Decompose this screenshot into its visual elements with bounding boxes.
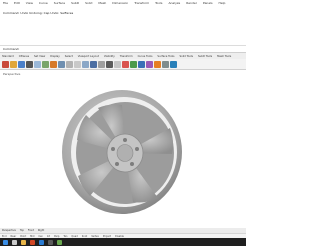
- tab-viewport-layout[interactable]: Viewport Layout: [78, 55, 99, 58]
- tab-display[interactable]: Display: [50, 55, 60, 58]
- menu-solid[interactable]: Solid: [85, 1, 92, 5]
- tab-cplanes[interactable]: CPlanes: [19, 55, 29, 58]
- light-icon[interactable]: [154, 61, 161, 68]
- undo-icon[interactable]: [58, 61, 65, 68]
- lug-hole-3: [130, 162, 134, 166]
- tab-solid-tools[interactable]: Solid Tools: [180, 55, 194, 58]
- new-file-icon[interactable]: [2, 61, 9, 68]
- menu-dimension[interactable]: Dimension: [112, 1, 128, 5]
- command-line[interactable]: Command:: [0, 45, 246, 52]
- tab-surface-tools[interactable]: Surface Tools: [157, 55, 174, 58]
- app-icon[interactable]: [57, 239, 62, 245]
- rhino-icon[interactable]: [48, 239, 53, 245]
- menu-help[interactable]: Help: [219, 1, 226, 5]
- paste-icon[interactable]: [50, 61, 57, 68]
- menu-surface[interactable]: Surface: [54, 1, 65, 5]
- tab-select[interactable]: Select: [65, 55, 73, 58]
- zoom-extents-icon[interactable]: [106, 61, 113, 68]
- wheel-model: [62, 90, 182, 214]
- cut-icon[interactable]: [34, 61, 41, 68]
- options-icon[interactable]: [170, 61, 177, 68]
- menu-transform[interactable]: Transform: [134, 1, 149, 5]
- menu-tools[interactable]: Tools: [155, 1, 162, 5]
- tab-front[interactable]: Front: [28, 229, 34, 232]
- tab-right[interactable]: Right: [38, 229, 44, 232]
- render-sphere-icon[interactable]: [138, 61, 145, 68]
- command-prompt: Command:: [3, 47, 20, 51]
- lug-hole-5: [111, 147, 115, 151]
- select-icon[interactable]: [122, 61, 129, 68]
- tab-mesh-tools[interactable]: Mesh Tools: [217, 55, 231, 58]
- tab-transform[interactable]: Transform: [120, 55, 133, 58]
- menu-file[interactable]: File: [3, 1, 8, 5]
- menu-subd[interactable]: SubD: [71, 1, 79, 5]
- file-explorer-icon[interactable]: [21, 239, 26, 245]
- command-history-text: Command: Undo Undoing: Cap Undo: SelFace…: [3, 11, 74, 15]
- material-icon[interactable]: [146, 61, 153, 68]
- tab-perspective[interactable]: Perspective: [2, 229, 16, 232]
- menu-view[interactable]: View: [26, 1, 33, 5]
- toolbar-tabs: Standard CPlanes Set View Display Select…: [0, 52, 246, 62]
- edge-icon[interactable]: [39, 239, 44, 245]
- windows-taskbar: [0, 238, 246, 246]
- menu-render[interactable]: Render: [186, 1, 197, 5]
- copy-icon[interactable]: [42, 61, 49, 68]
- tab-visibility[interactable]: Visibility: [104, 55, 115, 58]
- lug-hole-2: [135, 147, 139, 151]
- center-bore: [116, 144, 134, 162]
- save-icon[interactable]: [18, 61, 25, 68]
- menu-mesh[interactable]: Mesh: [98, 1, 106, 5]
- tab-standard[interactable]: Standard: [2, 55, 14, 58]
- search-icon[interactable]: [12, 239, 17, 245]
- menu-bar: File Edit View Curve Surface SubD Solid …: [0, 0, 246, 9]
- open-file-icon[interactable]: [10, 61, 17, 68]
- browser-icon[interactable]: [30, 239, 35, 245]
- menu-panels[interactable]: Panels: [203, 1, 213, 5]
- menu-edit[interactable]: Edit: [14, 1, 20, 5]
- zoom-icon[interactable]: [90, 61, 97, 68]
- toolbar-icons: [0, 59, 246, 70]
- command-history: Command: Undo Undoing: Cap Undo: SelFace…: [0, 9, 246, 45]
- pan-icon[interactable]: [74, 61, 81, 68]
- layer-icon[interactable]: [130, 61, 137, 68]
- grid-icon[interactable]: [114, 61, 121, 68]
- tab-set-view[interactable]: Set View: [34, 55, 45, 58]
- lug-hole-1: [123, 138, 127, 142]
- print-icon[interactable]: [26, 61, 33, 68]
- lug-hole-4: [115, 162, 119, 166]
- tab-subd-tools[interactable]: SubD Tools: [198, 55, 212, 58]
- zoom-window-icon[interactable]: [98, 61, 105, 68]
- tab-top[interactable]: Top: [20, 229, 24, 232]
- properties-icon[interactable]: [162, 61, 169, 68]
- redo-icon[interactable]: [66, 61, 73, 68]
- rotate-view-icon[interactable]: [82, 61, 89, 68]
- tab-curve-tools[interactable]: Curve Tools: [138, 55, 153, 58]
- menu-curve[interactable]: Curve: [39, 1, 48, 5]
- menu-analyze[interactable]: Analyze: [168, 1, 180, 5]
- perspective-viewport[interactable]: Perspective: [0, 70, 246, 228]
- start-icon[interactable]: [3, 239, 8, 245]
